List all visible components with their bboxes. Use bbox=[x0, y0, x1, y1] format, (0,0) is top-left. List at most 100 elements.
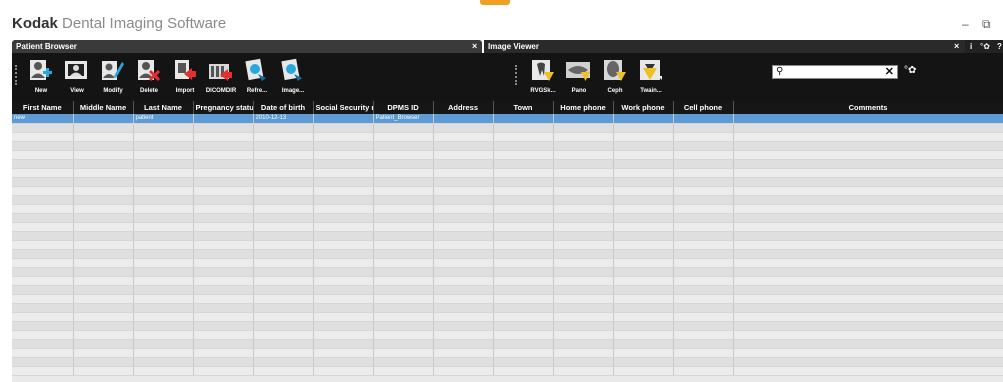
column-header[interactable]: Last Name bbox=[133, 101, 194, 114]
empty-table-cell bbox=[12, 159, 74, 169]
empty-table-row[interactable] bbox=[12, 159, 1003, 169]
view-button[interactable]: View bbox=[60, 56, 94, 98]
restore-button[interactable]: ⧉ bbox=[982, 17, 991, 32]
empty-table-row[interactable] bbox=[12, 222, 1003, 232]
empty-table-cell bbox=[553, 240, 614, 250]
empty-table-row[interactable] bbox=[12, 168, 1003, 178]
empty-table-cell bbox=[433, 231, 494, 241]
empty-table-row[interactable] bbox=[12, 195, 1003, 205]
settings-icon[interactable]: °✿ bbox=[980, 40, 990, 53]
new-button[interactable]: New bbox=[24, 56, 58, 98]
empty-table-cell bbox=[733, 132, 1003, 142]
empty-table-row[interactable] bbox=[12, 186, 1003, 196]
twain-button[interactable]: Twain... bbox=[634, 56, 668, 98]
column-header[interactable]: Comments bbox=[733, 101, 1003, 114]
search-input[interactable] bbox=[789, 66, 877, 78]
dicomdir-icon bbox=[209, 64, 232, 81]
empty-table-cell bbox=[733, 321, 1003, 331]
toolbar-grip-right[interactable] bbox=[515, 65, 518, 85]
empty-table-cell bbox=[553, 213, 614, 223]
empty-table-row[interactable] bbox=[12, 177, 1003, 187]
column-header[interactable]: Home phone bbox=[553, 101, 614, 114]
empty-table-row[interactable] bbox=[12, 132, 1003, 142]
column-header[interactable]: Town bbox=[493, 101, 554, 114]
empty-table-cell bbox=[553, 294, 614, 304]
import-button[interactable]: Import bbox=[168, 56, 202, 98]
delete-button[interactable]: Delete bbox=[132, 56, 166, 98]
empty-table-cell bbox=[433, 348, 494, 358]
empty-table-row[interactable] bbox=[12, 267, 1003, 277]
empty-table-cell bbox=[193, 222, 254, 232]
empty-table-cell bbox=[133, 186, 194, 196]
info-icon[interactable]: i bbox=[970, 40, 972, 53]
toolbar-grip-left[interactable] bbox=[15, 65, 18, 85]
empty-table-cell bbox=[433, 330, 494, 340]
minimize-button[interactable]: – bbox=[962, 17, 969, 31]
empty-table-cell bbox=[373, 357, 434, 367]
empty-table-cell bbox=[673, 141, 734, 151]
table-row[interactable]: new patient 2010-12-13 Patient_Browser bbox=[12, 114, 1003, 124]
empty-table-row[interactable] bbox=[12, 321, 1003, 331]
empty-table-cell bbox=[493, 213, 554, 223]
empty-table-cell bbox=[313, 348, 374, 358]
empty-table-cell bbox=[373, 348, 434, 358]
column-header[interactable]: DPMS ID bbox=[373, 101, 434, 114]
empty-table-cell bbox=[733, 186, 1003, 196]
clear-search-icon[interactable]: ✕ bbox=[885, 65, 894, 78]
column-header[interactable]: Date of birth bbox=[253, 101, 314, 114]
help-icon[interactable]: ? bbox=[997, 40, 1002, 53]
empty-table-cell bbox=[253, 330, 314, 340]
empty-table-cell bbox=[73, 276, 134, 286]
empty-table-row[interactable] bbox=[12, 366, 1003, 376]
empty-table-row[interactable] bbox=[12, 312, 1003, 322]
empty-table-row[interactable] bbox=[12, 330, 1003, 340]
empty-table-cell bbox=[12, 249, 74, 259]
empty-table-cell bbox=[193, 258, 254, 268]
empty-table-cell bbox=[733, 267, 1003, 277]
empty-table-cell bbox=[673, 168, 734, 178]
empty-table-cell bbox=[733, 303, 1003, 313]
empty-table-row[interactable] bbox=[12, 303, 1003, 313]
empty-table-row[interactable] bbox=[12, 357, 1003, 367]
empty-table-cell bbox=[433, 186, 494, 196]
empty-table-cell bbox=[133, 348, 194, 358]
column-header[interactable]: Cell phone bbox=[673, 101, 734, 114]
rvg-sensor-button[interactable]: RVGSk... bbox=[526, 56, 560, 98]
column-header[interactable]: First Name bbox=[12, 101, 74, 114]
column-header[interactable]: Middle Name bbox=[73, 101, 134, 114]
empty-table-row[interactable] bbox=[12, 141, 1003, 151]
empty-table-row[interactable] bbox=[12, 339, 1003, 349]
empty-table-row[interactable] bbox=[12, 294, 1003, 304]
empty-table-row[interactable] bbox=[12, 240, 1003, 250]
close-patient-browser-icon[interactable]: × bbox=[472, 40, 477, 53]
image-button[interactable]: Image... bbox=[276, 56, 310, 98]
empty-table-row[interactable] bbox=[12, 213, 1003, 223]
column-header[interactable]: Pregnancy status bbox=[193, 101, 254, 114]
column-header[interactable]: Address bbox=[433, 101, 494, 114]
empty-table-cell bbox=[553, 123, 614, 133]
empty-table-row[interactable] bbox=[12, 285, 1003, 295]
search-settings-icon[interactable]: °✿ bbox=[904, 65, 916, 76]
dicomdir-button[interactable]: DICOMDIR bbox=[204, 56, 238, 98]
empty-table-row[interactable] bbox=[12, 276, 1003, 286]
ceph-button[interactable]: Ceph bbox=[598, 56, 632, 98]
empty-table-row[interactable] bbox=[12, 231, 1003, 241]
close-image-viewer-icon[interactable]: × bbox=[954, 40, 959, 53]
empty-table-cell bbox=[313, 303, 374, 313]
empty-table-row[interactable] bbox=[12, 348, 1003, 358]
empty-table-cell bbox=[12, 258, 74, 268]
empty-table-row[interactable] bbox=[12, 123, 1003, 133]
empty-table-row[interactable] bbox=[12, 249, 1003, 259]
modify-button[interactable]: Modify bbox=[96, 56, 130, 98]
column-header[interactable]: Social Security numb bbox=[313, 101, 374, 114]
empty-table-row[interactable] bbox=[12, 150, 1003, 160]
brand-name: Kodak bbox=[12, 15, 58, 32]
empty-table-cell bbox=[733, 258, 1003, 268]
pano-button[interactable]: Pano bbox=[562, 56, 596, 98]
empty-table-row[interactable] bbox=[12, 204, 1003, 214]
refresh-button[interactable]: Refre... bbox=[240, 56, 274, 98]
empty-table-row[interactable] bbox=[12, 258, 1003, 268]
empty-table-cell bbox=[73, 267, 134, 277]
column-header[interactable]: Work phone bbox=[613, 101, 674, 114]
empty-table-cell bbox=[133, 204, 194, 214]
